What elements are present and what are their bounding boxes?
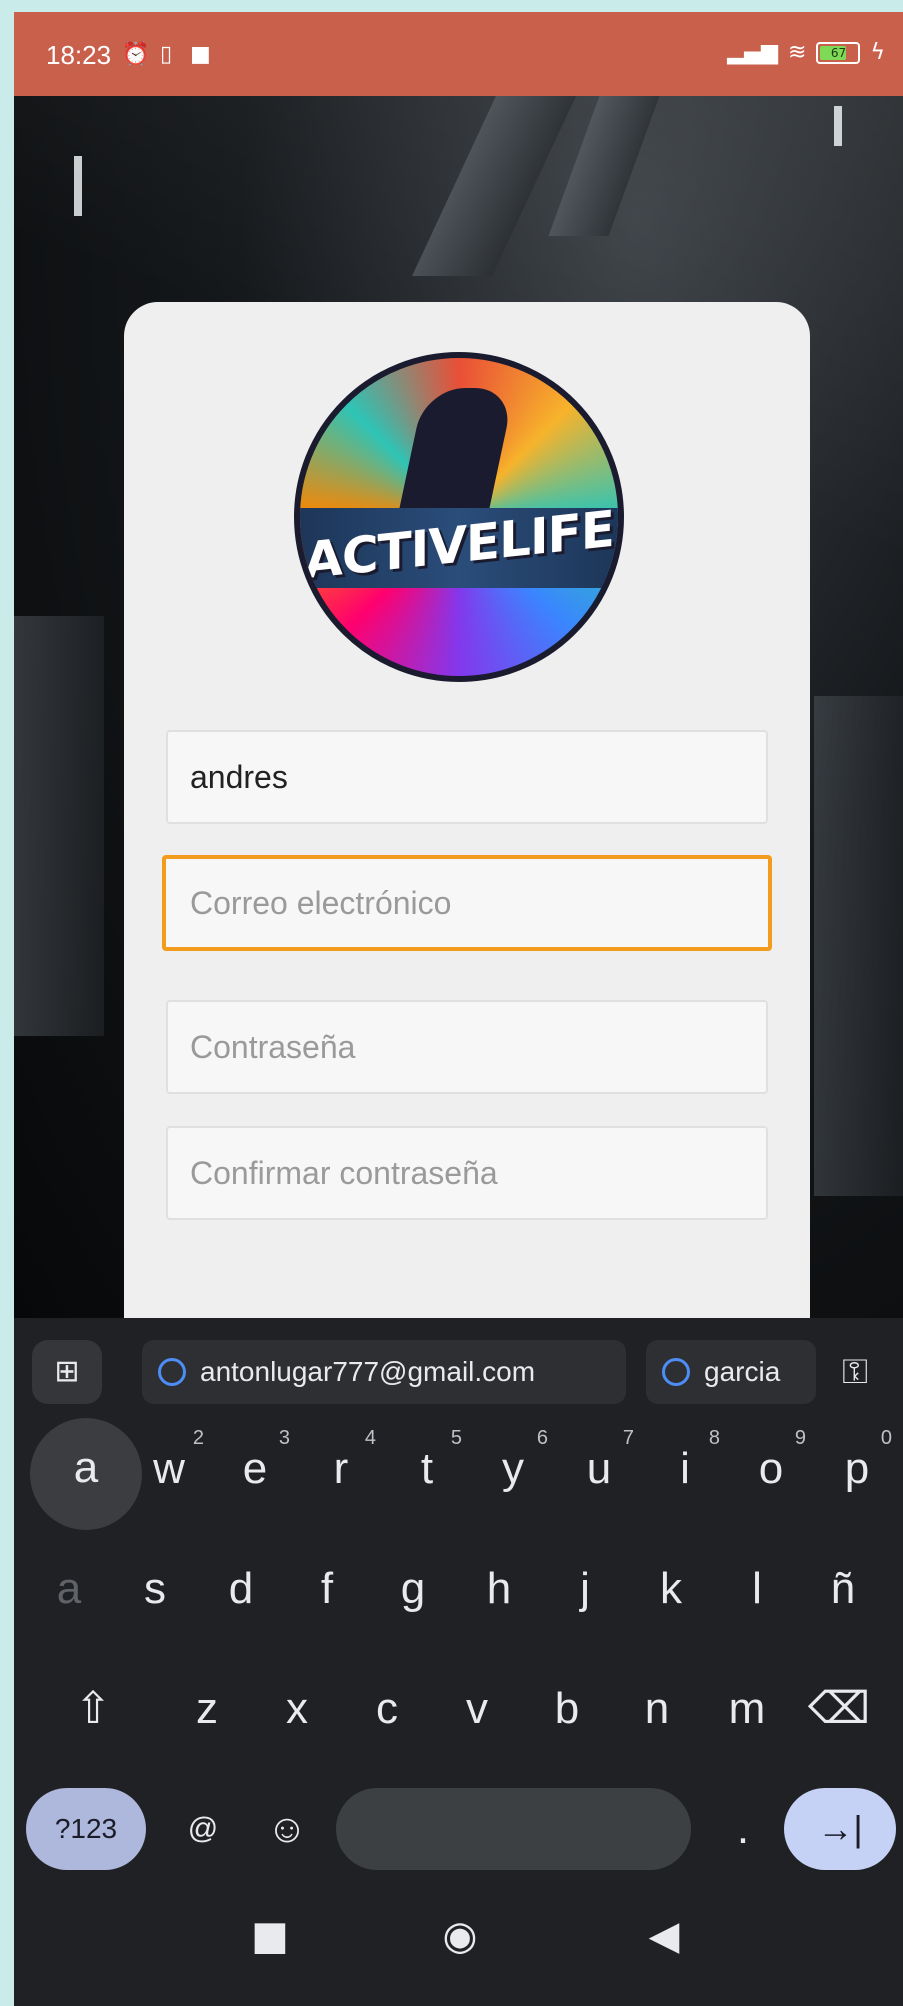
key-o[interactable]: o9: [732, 1426, 810, 1512]
status-bar: 18:23 ⏰ ▯ ■ ▂▄▆ ≋ 67 ϟ: [14, 12, 903, 96]
key-k[interactable]: k: [632, 1546, 710, 1632]
suggestion-chip-1[interactable]: antonlugar777@gmail.com: [142, 1340, 626, 1404]
suggestion-chip-2[interactable]: garcia: [646, 1340, 816, 1404]
symbols-key[interactable]: ?123: [26, 1788, 146, 1870]
key-z[interactable]: z: [168, 1666, 246, 1752]
at-key[interactable]: @: [164, 1786, 242, 1872]
phone-screen: 18:23 ⏰ ▯ ■ ▂▄▆ ≋ 67 ϟ ACTIVELIFE andres…: [14, 12, 903, 2006]
next-key-icon[interactable]: →|: [784, 1788, 896, 1870]
emoji-key-icon[interactable]: ☺: [248, 1786, 326, 1872]
password-key-icon[interactable]: ⚿: [825, 1340, 885, 1404]
shift-key-icon[interactable]: ⇧: [54, 1666, 132, 1752]
back-icon[interactable]: ◀: [634, 1906, 694, 1966]
key-s[interactable]: s: [116, 1546, 194, 1632]
suggestion-text-1: antonlugar777@gmail.com: [200, 1356, 536, 1387]
key-a-dim[interactable]: a: [30, 1546, 108, 1632]
key-g[interactable]: g: [374, 1546, 452, 1632]
key-c[interactable]: c: [348, 1666, 426, 1752]
battery-icon: 67: [816, 41, 861, 64]
home-icon[interactable]: ◉: [430, 1906, 490, 1966]
register-card: ACTIVELIFE andres Correo electrónico Con…: [124, 302, 810, 1332]
key-n-tilde[interactable]: ñ: [804, 1546, 882, 1632]
status-right-icons: ▂▄▆ ≋ 67 ϟ: [727, 40, 885, 65]
wifi-icon: ≋: [788, 40, 807, 65]
key-e[interactable]: e3: [216, 1426, 294, 1512]
suggestion-text-2: garcia: [704, 1356, 781, 1387]
key-w[interactable]: w2: [130, 1426, 208, 1512]
key-t[interactable]: t5: [388, 1426, 466, 1512]
status-time: 18:23: [46, 40, 112, 70]
keyboard-menu-icon[interactable]: ⊞: [32, 1340, 102, 1404]
key-f[interactable]: f: [288, 1546, 366, 1632]
key-r[interactable]: r4: [302, 1426, 380, 1512]
keyboard: ⊞ antonlugar777@gmail.com garcia ⚿ a w2 …: [14, 1318, 903, 1878]
charging-icon: ϟ: [870, 40, 885, 65]
key-j[interactable]: j: [546, 1546, 624, 1632]
account-icon: [158, 1358, 186, 1386]
recents-icon[interactable]: ■: [240, 1906, 300, 1966]
key-n[interactable]: n: [618, 1666, 696, 1752]
key-u[interactable]: u7: [560, 1426, 638, 1512]
backspace-key-icon[interactable]: ⌫: [800, 1666, 878, 1752]
key-a-popup[interactable]: a: [30, 1418, 142, 1530]
key-p[interactable]: p0: [818, 1426, 896, 1512]
period-key[interactable]: .: [704, 1786, 782, 1872]
key-l[interactable]: l: [718, 1546, 796, 1632]
key-v[interactable]: v: [438, 1666, 516, 1752]
key-y[interactable]: y6: [474, 1426, 552, 1512]
battery-level: 67: [830, 45, 847, 60]
key-i[interactable]: i8: [646, 1426, 724, 1512]
key-m[interactable]: m: [708, 1666, 786, 1752]
name-field[interactable]: andres: [166, 730, 768, 824]
key-h[interactable]: h: [460, 1546, 538, 1632]
account-icon: [662, 1358, 690, 1386]
suggestion-strip: ⊞ antonlugar777@gmail.com garcia ⚿: [14, 1318, 903, 1418]
video-icon: ■: [190, 42, 211, 67]
navigation-bar: ■ ◉ ◀: [14, 1878, 903, 2006]
confirm-password-field[interactable]: Confirmar contraseña: [166, 1126, 768, 1220]
password-field[interactable]: Contraseña: [166, 1000, 768, 1094]
activelife-logo: ACTIVELIFE: [294, 352, 624, 682]
key-d[interactable]: d: [202, 1546, 280, 1632]
email-field[interactable]: Correo electrónico: [162, 855, 772, 951]
sim-icon: ▯: [160, 42, 173, 67]
key-x[interactable]: x: [258, 1666, 336, 1752]
alarm-off-icon: ⏰: [122, 42, 150, 67]
key-b[interactable]: b: [528, 1666, 606, 1752]
signal-icon: ▂▄▆: [727, 40, 779, 65]
space-key[interactable]: [336, 1788, 691, 1870]
